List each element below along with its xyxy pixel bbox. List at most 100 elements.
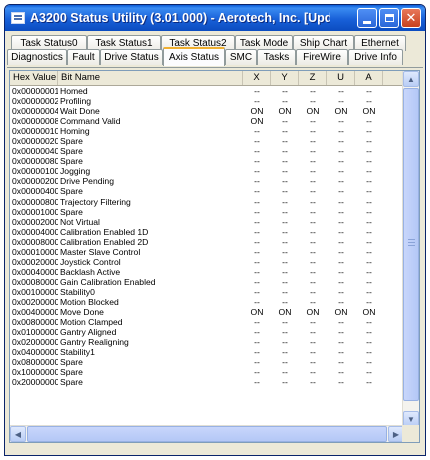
table-row[interactable]: 0x02000000 Gantry Realigning -- -- -- -- -- xyxy=(10,337,403,347)
table-row[interactable]: 0x00010000 Master Slave Control -- -- -- -- -- xyxy=(10,247,403,257)
tab-tasks[interactable]: Tasks xyxy=(257,49,296,65)
cell-hex-value: 0x04000000 xyxy=(12,347,58,358)
table-row[interactable]: 0x00004000 Calibration Enabled 1D -- -- -- --… xyxy=(10,227,403,237)
cell-bit-name: Move Done xyxy=(60,307,104,318)
horizontal-scrollbar[interactable]: ◀ ▶ xyxy=(10,425,404,442)
table-row[interactable]: 0x20000000 Spare -- -- -- -- -- xyxy=(10,377,403,387)
scroll-up-button[interactable]: ▲ xyxy=(403,71,419,87)
column-header-z[interactable]: Z xyxy=(299,71,327,85)
table-row[interactable]: 0x00200000 Motion Blocked -- -- -- -- -- xyxy=(10,297,403,307)
table-row[interactable]: 0x00080000 Gain Calibration Enabled -- -- --… xyxy=(10,277,403,287)
column-header-bit-name[interactable]: Bit Name xyxy=(58,71,243,85)
table-row[interactable]: 0x00100000 Stability0 -- -- -- -- -- xyxy=(10,287,403,297)
scroll-left-button[interactable]: ◀ xyxy=(10,426,26,442)
column-header-y[interactable]: Y xyxy=(271,71,299,85)
tab-smc[interactable]: SMC xyxy=(225,49,257,65)
cell-bit-name: Spare xyxy=(60,156,83,167)
cell-hex-value: 0x00004000 xyxy=(12,226,58,237)
horizontal-scroll-thumb[interactable] xyxy=(27,426,387,442)
table-row[interactable]: 0x00008000 Calibration Enabled 2D -- -- -- --… xyxy=(10,237,403,247)
table-row[interactable]: 0x00000200 Drive Pending -- -- -- -- -- xyxy=(10,176,403,186)
cell-axis-x: -- xyxy=(254,296,260,307)
cell-axis-u: ON xyxy=(334,106,348,117)
tab-diagnostics[interactable]: Diagnostics xyxy=(7,49,67,65)
cell-axis-y: ON xyxy=(278,106,292,117)
tab-fault[interactable]: Fault xyxy=(67,49,100,65)
title-bar[interactable]: A3200 Status Utility (3.01.000) - Aerote… xyxy=(5,5,425,31)
cell-axis-z: -- xyxy=(310,216,316,227)
table-row[interactable]: 0x00000800 Trajectory Filtering -- -- -- -- -- xyxy=(10,197,403,207)
cell-axis-a: -- xyxy=(366,256,372,267)
table-row[interactable]: 0x01000000 Gantry Aligned -- -- -- -- -- xyxy=(10,327,403,337)
close-button[interactable]: ✕ xyxy=(401,8,421,28)
cell-axis-y: -- xyxy=(282,226,288,237)
scrollbar-corner xyxy=(402,425,419,442)
vertical-scrollbar[interactable]: ▲ ▼ xyxy=(402,71,419,427)
table-row[interactable]: 0x00000002 Profiling -- -- -- -- -- xyxy=(10,96,403,106)
cell-axis-y: -- xyxy=(282,276,288,287)
table-row[interactable]: 0x00000008 Command Valid ON -- -- -- -- xyxy=(10,116,403,126)
table-row[interactable]: 0x00001000 Spare -- -- -- -- -- xyxy=(10,207,403,217)
table-row[interactable]: 0x00000040 Spare -- -- -- -- -- xyxy=(10,146,403,156)
cell-axis-x: -- xyxy=(254,136,260,147)
table-row[interactable]: 0x00000001 Homed -- -- -- -- -- xyxy=(10,86,403,96)
tab-axis-status[interactable]: Axis Status xyxy=(163,47,225,66)
table-row[interactable]: 0x00040000 Backlash Active -- -- -- -- -- xyxy=(10,267,403,277)
cell-hex-value: 0x00020000 xyxy=(12,256,58,267)
column-header-x[interactable]: X xyxy=(243,71,271,85)
maximize-button[interactable] xyxy=(379,8,399,28)
table-row[interactable]: 0x00000100 Jogging -- -- -- -- -- xyxy=(10,166,403,176)
cell-hex-value: 0x00001000 xyxy=(12,206,58,217)
cell-axis-a: -- xyxy=(366,146,372,157)
cell-bit-name: Profiling xyxy=(60,96,92,107)
table-row[interactable]: 0x00000080 Spare -- -- -- -- -- xyxy=(10,156,403,166)
cell-axis-z: -- xyxy=(310,276,316,287)
cell-axis-u: -- xyxy=(338,216,344,227)
chevron-left-icon: ◀ xyxy=(14,429,22,439)
cell-bit-name: Gantry Realigning xyxy=(60,337,129,348)
table-row[interactable]: 0x00000010 Homing -- -- -- -- -- xyxy=(10,126,403,136)
tab-firewire[interactable]: FireWire xyxy=(296,49,348,65)
vertical-scroll-thumb[interactable] xyxy=(403,88,419,401)
table-row[interactable]: 0x00000020 Spare -- -- -- -- -- xyxy=(10,136,403,146)
table-row[interactable]: 0x00020000 Joystick Control -- -- -- -- -- xyxy=(10,257,403,267)
cell-axis-z: -- xyxy=(310,206,316,217)
cell-axis-z: -- xyxy=(310,126,316,137)
cell-bit-name: Spare xyxy=(60,206,83,217)
table-row[interactable]: 0x08000000 Spare -- -- -- -- -- xyxy=(10,357,403,367)
cell-hex-value: 0x00000020 xyxy=(12,136,58,147)
column-header-hex-value[interactable]: Hex Value xyxy=(10,71,58,85)
table-row[interactable]: 0x00000400 Spare -- -- -- -- -- xyxy=(10,186,403,196)
tab-drive-info[interactable]: Drive Info xyxy=(348,49,403,65)
axis-status-grid[interactable]: Hex Value Bit Name X Y Z U A 0x00000001 H… xyxy=(9,70,420,443)
cell-axis-z: -- xyxy=(310,337,316,348)
cell-bit-name: Jogging xyxy=(60,166,91,177)
table-row[interactable]: 0x00400000 Move Done ON ON ON ON ON xyxy=(10,307,403,317)
cell-axis-y: -- xyxy=(282,116,288,127)
cell-bit-name: Command Valid xyxy=(60,116,121,127)
cell-axis-y: -- xyxy=(282,196,288,207)
cell-axis-z: -- xyxy=(310,357,316,368)
cell-axis-u: -- xyxy=(338,246,344,257)
cell-bit-name: Gain Calibration Enabled xyxy=(60,276,156,287)
cell-axis-x: -- xyxy=(254,206,260,217)
tab-drive-status[interactable]: Drive Status xyxy=(100,49,163,65)
cell-axis-a: -- xyxy=(366,337,372,348)
table-row[interactable]: 0x10000000 Spare -- -- -- -- -- xyxy=(10,367,403,377)
cell-axis-z: -- xyxy=(310,246,316,257)
grid-rows: 0x00000001 Homed -- -- -- -- -- 0x00000002 Profi… xyxy=(10,86,403,387)
table-row[interactable]: 0x00000004 Wait Done ON ON ON ON ON xyxy=(10,106,403,116)
cell-hex-value: 0x00000010 xyxy=(12,126,58,137)
table-row[interactable]: 0x00002000 Not Virtual -- -- -- -- -- xyxy=(10,217,403,227)
column-header-u[interactable]: U xyxy=(327,71,355,85)
table-row[interactable]: 0x04000000 Stability1 -- -- -- -- -- xyxy=(10,347,403,357)
cell-axis-x: -- xyxy=(254,86,260,96)
cell-bit-name: Spare xyxy=(60,357,83,368)
column-header-a[interactable]: A xyxy=(355,71,383,85)
minimize-button[interactable] xyxy=(357,8,377,28)
cell-axis-y: -- xyxy=(282,347,288,358)
table-row[interactable]: 0x00800000 Motion Clamped -- -- -- -- -- xyxy=(10,317,403,327)
cell-axis-a: -- xyxy=(366,126,372,137)
cell-hex-value: 0x00000004 xyxy=(12,106,58,117)
cell-axis-z: -- xyxy=(310,186,316,197)
